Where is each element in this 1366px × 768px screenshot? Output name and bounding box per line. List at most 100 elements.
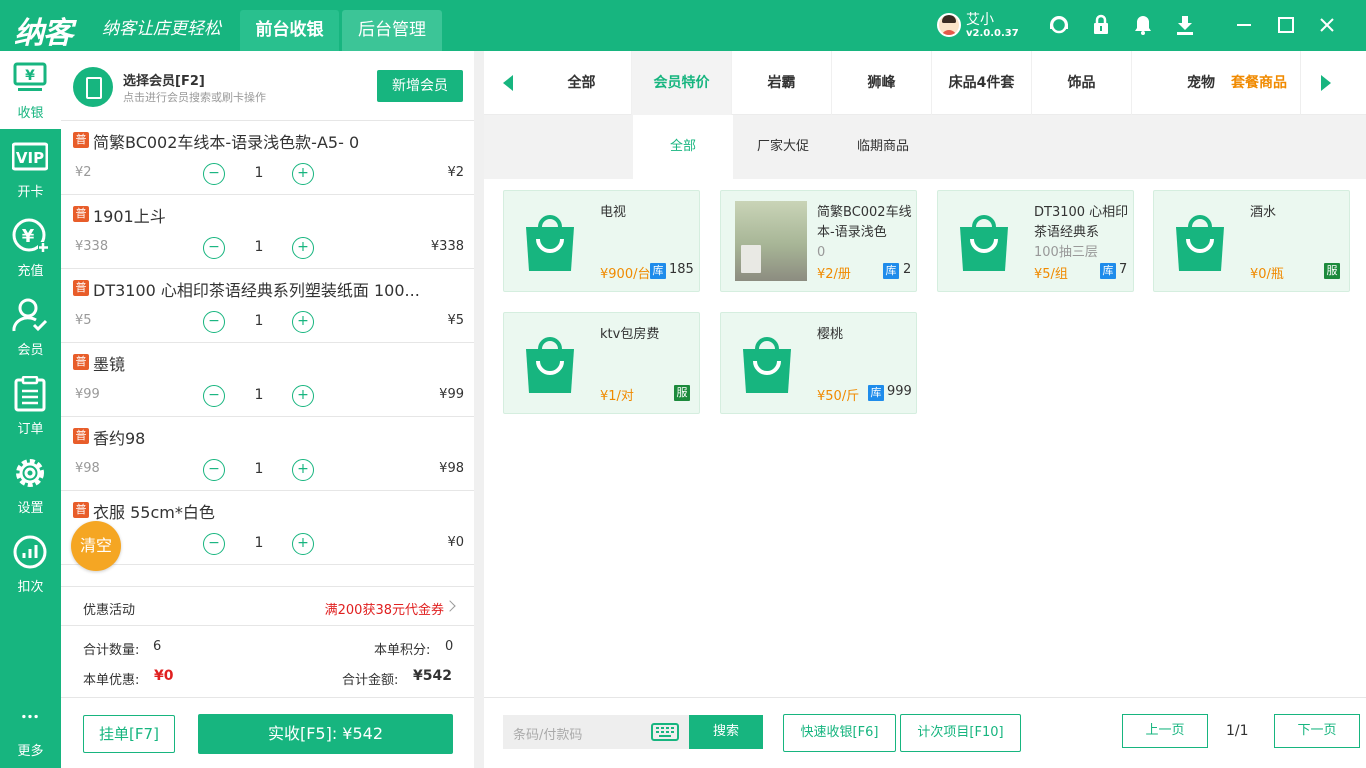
clear-cart-button[interactable]: 清空 [71, 521, 121, 571]
item-qty[interactable]: 1 [251, 535, 267, 551]
category-prev-button[interactable] [484, 51, 532, 115]
category-bedding[interactable]: 床品4件套 [932, 51, 1032, 115]
product-card[interactable]: 樱桃 ¥50/斤 库 999 [720, 312, 917, 414]
notification-bell-icon[interactable] [1130, 12, 1156, 38]
nav-deduct[interactable]: 扣次 [0, 525, 61, 603]
decrease-qty-button[interactable]: − [203, 311, 225, 333]
avatar[interactable] [937, 13, 961, 37]
cart-item[interactable]: 普 衣服 55cm*白色 − 1 + ¥0 [61, 491, 474, 565]
quick-cashier-button[interactable]: 快速收银[F6] [783, 714, 896, 752]
barcode-search-input[interactable]: 条码/付款码 [503, 715, 689, 749]
increase-qty-button[interactable]: + [292, 311, 314, 333]
subcategory-all[interactable]: 全部 [633, 115, 733, 179]
product-card[interactable]: 简繁BC002车线本-语录浅色 0 ¥2/册 库 2 [720, 190, 917, 292]
increase-qty-button[interactable]: + [292, 385, 314, 407]
maximize-icon[interactable] [1273, 12, 1299, 38]
nav-cashier[interactable]: ¥ 收银 [0, 51, 61, 129]
category-combo[interactable]: 套餐商品 [1219, 51, 1299, 115]
item-qty[interactable]: 1 [251, 461, 267, 477]
cart-item[interactable]: 普 墨镜 ¥99 − 1 + ¥99 [61, 343, 474, 417]
member-select[interactable]: 选择会员[F2] 点击进行会员搜索或刷卡操作 新增会员 [61, 51, 474, 121]
product-card[interactable]: 电视 ¥900/台 库 185 [503, 190, 700, 292]
decrease-qty-button[interactable]: − [203, 163, 225, 185]
item-price: ¥98 [75, 461, 100, 476]
nav-order[interactable]: 订单 [0, 367, 61, 445]
promotion-label: 优惠活动 [83, 603, 136, 618]
user-name[interactable]: 艾小 [966, 9, 994, 29]
decrease-qty-button[interactable]: − [203, 237, 225, 259]
product-card[interactable]: ktv包房费 ¥1/对 服 [503, 312, 700, 414]
search-placeholder: 条码/付款码 [513, 728, 583, 743]
item-total: ¥2 [447, 165, 464, 180]
promotion-row[interactable]: 优惠活动 满200获38元代金券 [61, 586, 474, 626]
category-yanba[interactable]: 岩霸 [732, 51, 832, 115]
tab-back-office[interactable]: 后台管理 [342, 10, 442, 51]
stock-tag: 库 [868, 385, 884, 401]
cart-item[interactable]: 普 1901上斗 ¥338 − 1 + ¥338 [61, 195, 474, 269]
product-card[interactable]: 酒水 ¥0/瓶 服 [1153, 190, 1350, 292]
close-icon[interactable] [1314, 12, 1340, 38]
item-qty[interactable]: 1 [251, 165, 267, 181]
increase-qty-button[interactable]: + [292, 163, 314, 185]
subcategory-promo[interactable]: 厂家大促 [733, 115, 833, 179]
item-name: DT3100 心相印茶语经典系列塑装纸面 100... [93, 281, 420, 300]
vip-card-icon: VIP [12, 142, 48, 171]
subcategory-expiring[interactable]: 临期商品 [833, 115, 933, 179]
support-icon[interactable] [1046, 12, 1072, 38]
cart-item[interactable]: 普 DT3100 心相印茶语经典系列塑装纸面 100... ¥5 − 1 + ¥… [61, 269, 474, 343]
shopping-bag-icon [743, 337, 791, 393]
prev-page-button[interactable]: 上一页 [1122, 714, 1208, 748]
minimize-icon[interactable] [1231, 12, 1257, 38]
category-pets[interactable]: 宠物 [1132, 51, 1227, 115]
product-price: ¥1/对 [600, 389, 634, 404]
normal-badge: 普 [73, 428, 89, 444]
nav-open-card[interactable]: VIP 开卡 [0, 130, 61, 208]
download-icon[interactable] [1172, 12, 1198, 38]
chevron-right-icon [1321, 75, 1331, 91]
more-icon [22, 714, 38, 719]
stock-count: 999 [887, 384, 912, 399]
product-name: 电视 [600, 205, 627, 220]
category-next-button[interactable] [1300, 51, 1348, 115]
category-accessories[interactable]: 饰品 [1032, 51, 1132, 115]
increase-qty-button[interactable]: + [292, 533, 314, 555]
cart-item[interactable]: 普 香约98 ¥98 − 1 + ¥98 [61, 417, 474, 491]
nav-more[interactable]: 更多 [0, 691, 61, 768]
lock-icon[interactable] [1088, 12, 1114, 38]
checkout-button[interactable]: 实收[F5]: ¥542 [198, 714, 453, 754]
decrease-qty-button[interactable]: − [203, 385, 225, 407]
decrease-qty-button[interactable]: − [203, 533, 225, 555]
tab-front-cashier[interactable]: 前台收银 [240, 10, 339, 51]
svg-text:VIP: VIP [16, 149, 44, 167]
product-name: DT3100 心相印茶语经典系 100抽三层 [1034, 205, 1129, 260]
hold-order-button[interactable]: 挂单[F7] [83, 715, 175, 753]
nav-member[interactable]: 会员 [0, 288, 61, 366]
discount-amount: ¥0 [154, 668, 174, 684]
nav-settings[interactable]: 设置 [0, 446, 61, 524]
category-member-special[interactable]: 会员特价 [632, 51, 732, 115]
service-tag: 服 [1324, 263, 1340, 279]
service-tag: 服 [674, 385, 690, 401]
shopping-bag-icon [526, 215, 574, 271]
increase-qty-button[interactable]: + [292, 459, 314, 481]
nav-recharge[interactable]: ¥ 充值 [0, 209, 61, 287]
item-qty[interactable]: 1 [251, 313, 267, 329]
add-member-button[interactable]: 新增会员 [377, 70, 463, 102]
decrease-qty-button[interactable]: − [203, 459, 225, 481]
product-price: ¥0/瓶 [1250, 267, 1284, 282]
search-button[interactable]: 搜索 [689, 715, 763, 749]
promotion-value: 满200获38元代金券 [324, 603, 444, 618]
product-card[interactable]: DT3100 心相印茶语经典系 100抽三层 ¥5/组 库 7 [937, 190, 1134, 292]
category-shifeng[interactable]: 狮峰 [832, 51, 932, 115]
count-items-button[interactable]: 计次项目[F10] [900, 714, 1021, 752]
item-qty[interactable]: 1 [251, 387, 267, 403]
keyboard-icon[interactable] [651, 723, 679, 741]
item-qty[interactable]: 1 [251, 239, 267, 255]
discount-label: 本单优惠: [83, 673, 140, 688]
next-page-button[interactable]: 下一页 [1274, 714, 1360, 748]
normal-badge: 普 [73, 132, 89, 148]
category-all[interactable]: 全部 [532, 51, 632, 115]
total-amount: ¥542 [413, 668, 452, 684]
increase-qty-button[interactable]: + [292, 237, 314, 259]
cart-item[interactable]: 普 简繁BC002车线本-语录浅色款-A5- 0 ¥2 − 1 + ¥2 [61, 121, 474, 195]
